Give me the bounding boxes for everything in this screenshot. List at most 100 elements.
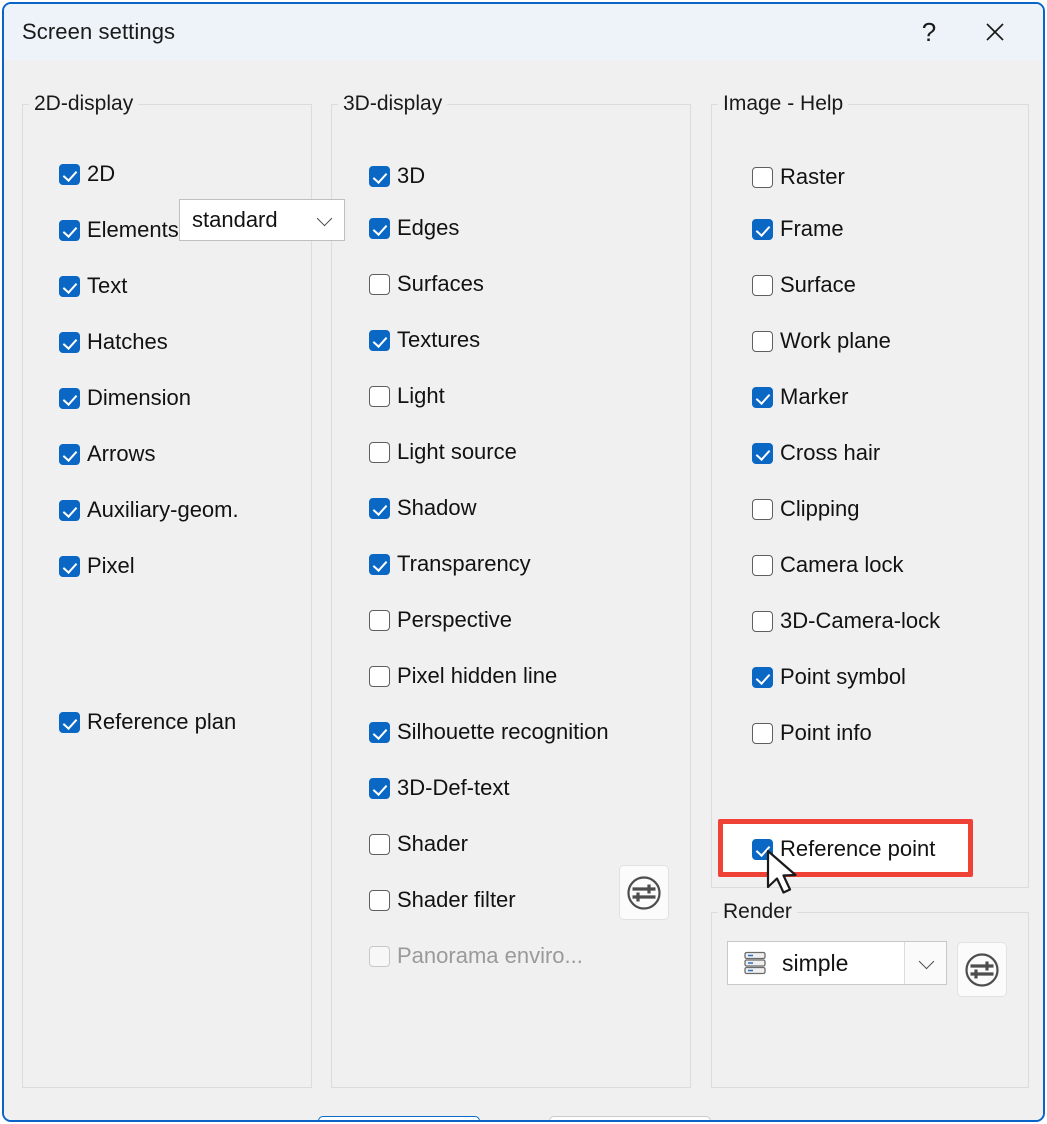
checkbox-label-pixel-hidden-line: Pixel hidden line bbox=[397, 663, 558, 688]
checkbox-row-pixel[interactable]: Pixel bbox=[59, 552, 135, 580]
cancel-button[interactable]: Cancel bbox=[549, 1116, 711, 1120]
checkbox-label-silhouette-recognition: Silhouette recognition bbox=[397, 719, 609, 744]
checkbox-row-clipping[interactable]: Clipping bbox=[752, 495, 860, 523]
checkbox-label-2d: 2D bbox=[87, 161, 116, 186]
checkbox-label-work-plane: Work plane bbox=[780, 328, 891, 353]
checkbox-row-marker[interactable]: Marker bbox=[752, 383, 848, 411]
group-render-label: Render bbox=[718, 900, 797, 924]
checkbox-row-text[interactable]: Text bbox=[59, 272, 127, 300]
checkbox-label-auxiliary-geom: Auxiliary-geom. bbox=[87, 497, 239, 522]
checkbox-label-shader-filter: Shader filter bbox=[397, 887, 516, 912]
checkbox-surfaces[interactable] bbox=[369, 273, 390, 295]
checkbox-label-surfaces: Surfaces bbox=[397, 271, 484, 296]
checkbox-row-elements[interactable]: Elements bbox=[59, 216, 179, 244]
checkbox-row-arrows[interactable]: Arrows bbox=[59, 440, 155, 468]
checkbox-row-2d[interactable]: 2D bbox=[59, 160, 115, 188]
checkbox-row-point-symbol[interactable]: Point symbol bbox=[752, 663, 906, 691]
checkbox-frame[interactable] bbox=[752, 218, 773, 240]
ok-button[interactable]: OK bbox=[318, 1116, 480, 1120]
checkbox-light[interactable] bbox=[369, 385, 390, 407]
chevron-down-icon[interactable] bbox=[316, 210, 333, 227]
checkbox-auxiliary-geom[interactable] bbox=[59, 499, 80, 521]
checkbox-row-panorama-environment: Panorama enviro... bbox=[369, 942, 583, 970]
checkbox-label-shader: Shader bbox=[397, 831, 468, 856]
checkbox-row-raster[interactable]: Raster bbox=[752, 163, 845, 191]
close-icon[interactable] bbox=[967, 4, 1023, 60]
checkbox-marker[interactable] bbox=[752, 386, 773, 408]
checkbox-row-shader-filter[interactable]: Shader filter bbox=[369, 886, 516, 914]
shader-settings-button[interactable] bbox=[619, 865, 669, 920]
checkbox-row-work-plane[interactable]: Work plane bbox=[752, 327, 891, 355]
checkbox-text[interactable] bbox=[59, 275, 80, 297]
checkbox-row-dimension[interactable]: Dimension bbox=[59, 384, 191, 412]
checkbox-label-camera-lock: Camera lock bbox=[780, 552, 904, 577]
checkbox-silhouette-recognition[interactable] bbox=[369, 721, 390, 743]
checkbox-row-cross-hair[interactable]: Cross hair bbox=[752, 439, 880, 467]
checkbox-light-source[interactable] bbox=[369, 441, 390, 463]
checkbox-row-frame[interactable]: Frame bbox=[752, 215, 844, 243]
checkbox-edges[interactable] bbox=[369, 217, 390, 239]
render-settings-button[interactable] bbox=[957, 942, 1007, 997]
checkbox-clipping[interactable] bbox=[752, 498, 773, 520]
checkbox-point-info[interactable] bbox=[752, 722, 773, 744]
checkbox-row-edges[interactable]: Edges bbox=[369, 214, 459, 242]
checkbox-shader-filter[interactable] bbox=[369, 889, 390, 911]
checkbox-reference-plan[interactable] bbox=[59, 711, 80, 733]
checkbox-hatches[interactable] bbox=[59, 331, 80, 353]
help-icon[interactable]: ? bbox=[901, 4, 957, 60]
checkbox-transparency[interactable] bbox=[369, 553, 390, 575]
render-mode-combobox[interactable]: simple bbox=[727, 941, 947, 985]
checkbox-textures[interactable] bbox=[369, 329, 390, 351]
checkbox-camera-lock[interactable] bbox=[752, 554, 773, 576]
checkbox-row-camera-lock[interactable]: Camera lock bbox=[752, 551, 903, 579]
checkbox-3d-def-text[interactable] bbox=[369, 777, 390, 799]
group-image-help-label: Image - Help bbox=[718, 92, 849, 116]
checkbox-row-shader[interactable]: Shader bbox=[369, 830, 468, 858]
checkbox-row-transparency[interactable]: Transparency bbox=[369, 550, 531, 578]
checkbox-row-silhouette-recognition[interactable]: Silhouette recognition bbox=[369, 718, 609, 746]
checkbox-row-hatches[interactable]: Hatches bbox=[59, 328, 168, 356]
checkbox-elements[interactable] bbox=[59, 219, 80, 241]
checkbox-row-light-source[interactable]: Light source bbox=[369, 438, 517, 466]
group-render: Render bbox=[711, 900, 1029, 1088]
checkbox-row-light[interactable]: Light bbox=[369, 382, 445, 410]
checkbox-perspective[interactable] bbox=[369, 609, 390, 631]
chevron-down-icon[interactable] bbox=[918, 953, 935, 970]
checkbox-point-symbol[interactable] bbox=[752, 666, 773, 688]
checkbox-row-reference-plan[interactable]: Reference plan bbox=[59, 708, 236, 736]
checkbox-shadow[interactable] bbox=[369, 497, 390, 519]
checkbox-row-auxiliary-geom[interactable]: Auxiliary-geom. bbox=[59, 496, 239, 524]
checkbox-row-3d-def-text[interactable]: 3D-Def-text bbox=[369, 774, 509, 802]
edges-style-value: standard bbox=[192, 207, 278, 232]
checkbox-3d[interactable] bbox=[369, 165, 390, 187]
checkbox-surface[interactable] bbox=[752, 274, 773, 296]
checkbox-raster[interactable] bbox=[752, 166, 773, 188]
checkbox-row-3d[interactable]: 3D bbox=[369, 162, 425, 190]
checkbox-row-surfaces[interactable]: Surfaces bbox=[369, 270, 484, 298]
checkbox-shader[interactable] bbox=[369, 833, 390, 855]
render-dropdown-button[interactable] bbox=[904, 942, 946, 984]
checkbox-2d[interactable] bbox=[59, 163, 80, 185]
checkbox-label-perspective: Perspective bbox=[397, 607, 512, 632]
checkbox-arrows[interactable] bbox=[59, 443, 80, 465]
checkbox-label-clipping: Clipping bbox=[780, 496, 860, 521]
checkbox-label-edges: Edges bbox=[397, 215, 460, 240]
checkbox-dimension[interactable] bbox=[59, 387, 80, 409]
checkbox-label-light: Light bbox=[397, 383, 445, 408]
checkbox-row-point-info[interactable]: Point info bbox=[752, 719, 872, 747]
checkbox-row-pixel-hidden-line[interactable]: Pixel hidden line bbox=[369, 662, 557, 690]
checkbox-row-surface[interactable]: Surface bbox=[752, 271, 856, 299]
checkbox-cross-hair[interactable] bbox=[752, 442, 773, 464]
checkbox-work-plane[interactable] bbox=[752, 330, 773, 352]
group-3d-display-label: 3D-display bbox=[338, 92, 448, 116]
checkbox-pixel-hidden-line[interactable] bbox=[369, 665, 390, 687]
checkbox-row-perspective[interactable]: Perspective bbox=[369, 606, 512, 634]
checkbox-row-3d-camera-lock[interactable]: 3D-Camera-lock bbox=[752, 607, 940, 635]
title-bar: Screen settings ? bbox=[4, 4, 1043, 60]
checkbox-row-shadow[interactable]: Shadow bbox=[369, 494, 477, 522]
checkbox-pixel[interactable] bbox=[59, 555, 80, 577]
checkbox-label-marker: Marker bbox=[780, 384, 849, 409]
edges-style-combobox[interactable]: standard bbox=[179, 199, 345, 241]
checkbox-row-textures[interactable]: Textures bbox=[369, 326, 480, 354]
checkbox-3d-camera-lock[interactable] bbox=[752, 610, 773, 632]
